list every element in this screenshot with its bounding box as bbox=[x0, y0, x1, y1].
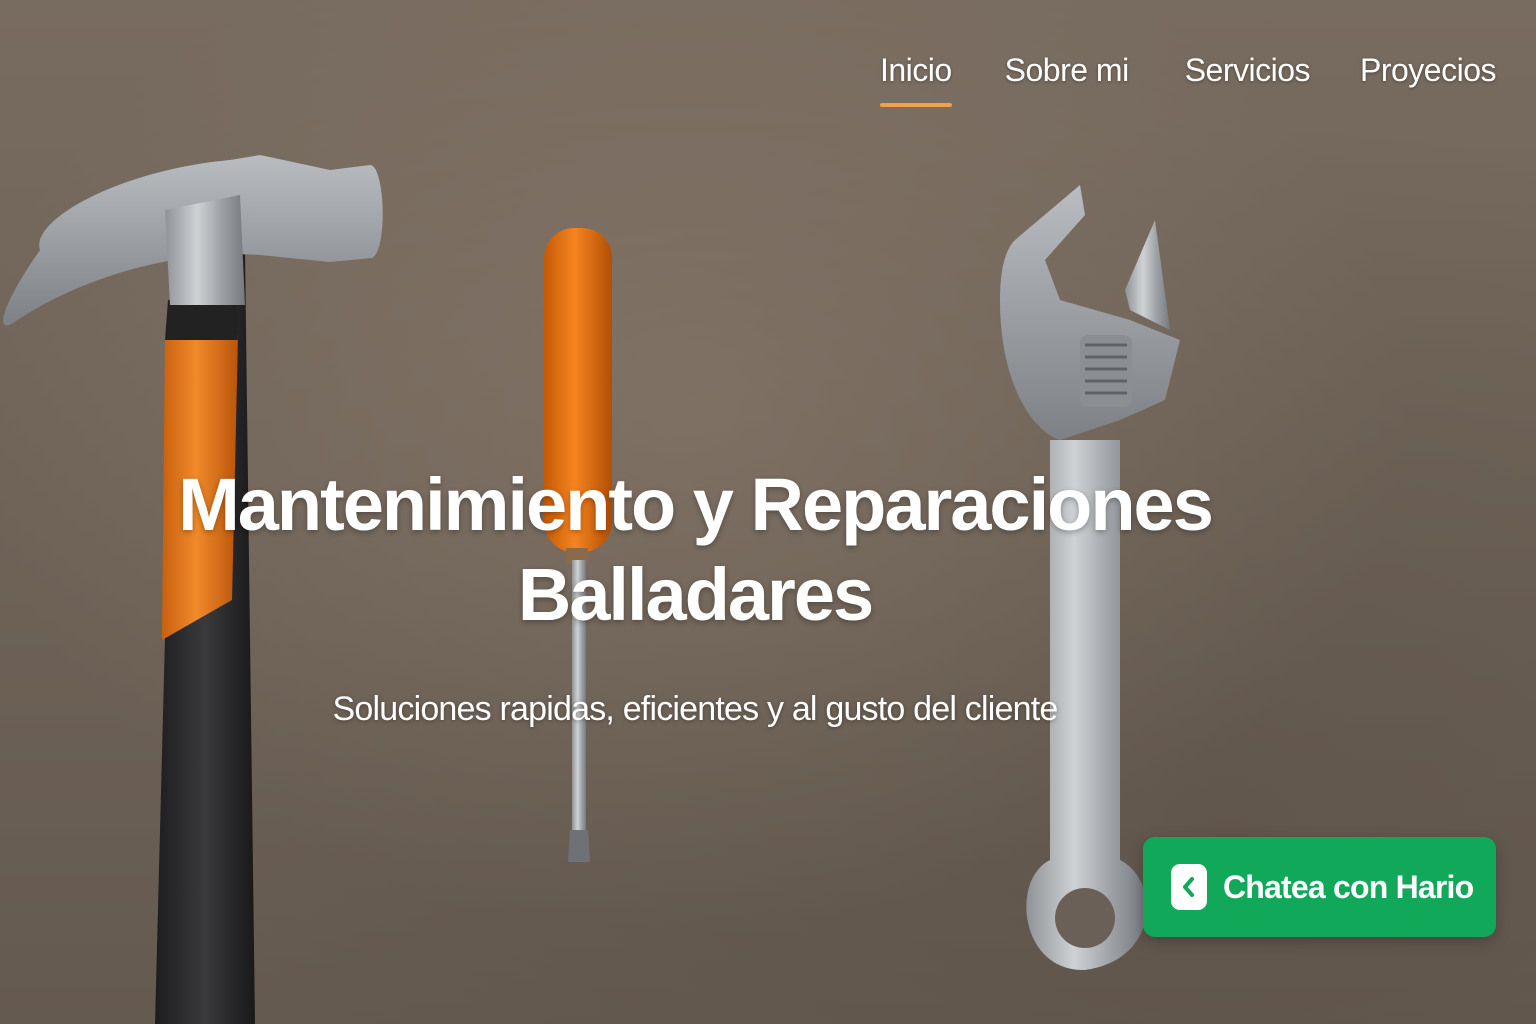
hero-title-line2: Balladares bbox=[517, 553, 874, 636]
hero-title: Mantenimiento y Reparaciones Balladares bbox=[150, 460, 1240, 640]
main-nav: Inicio Sobre mi Servicios Proyecios bbox=[879, 52, 1497, 107]
nav-item-inicio[interactable]: Inicio bbox=[879, 52, 952, 107]
hero-section: Inicio Sobre mi Servicios Proyecios Mant… bbox=[0, 0, 1536, 1024]
hero-subtitle: Soluciones rapidas, eficientes y al gust… bbox=[332, 690, 1059, 728]
chevron-left-icon bbox=[1171, 864, 1207, 910]
nav-item-sobre-mi[interactable]: Sobre mi bbox=[1005, 52, 1130, 107]
chat-button[interactable]: Chatea con Hario bbox=[1143, 837, 1496, 937]
nav-item-proyectos[interactable]: Proyecios bbox=[1360, 52, 1497, 107]
nav-item-servicios[interactable]: Servicios bbox=[1185, 52, 1311, 107]
hero-title-line1: Mantenimiento y Reparaciones bbox=[178, 463, 1214, 546]
chat-button-label: Chatea con Hario bbox=[1223, 868, 1474, 905]
